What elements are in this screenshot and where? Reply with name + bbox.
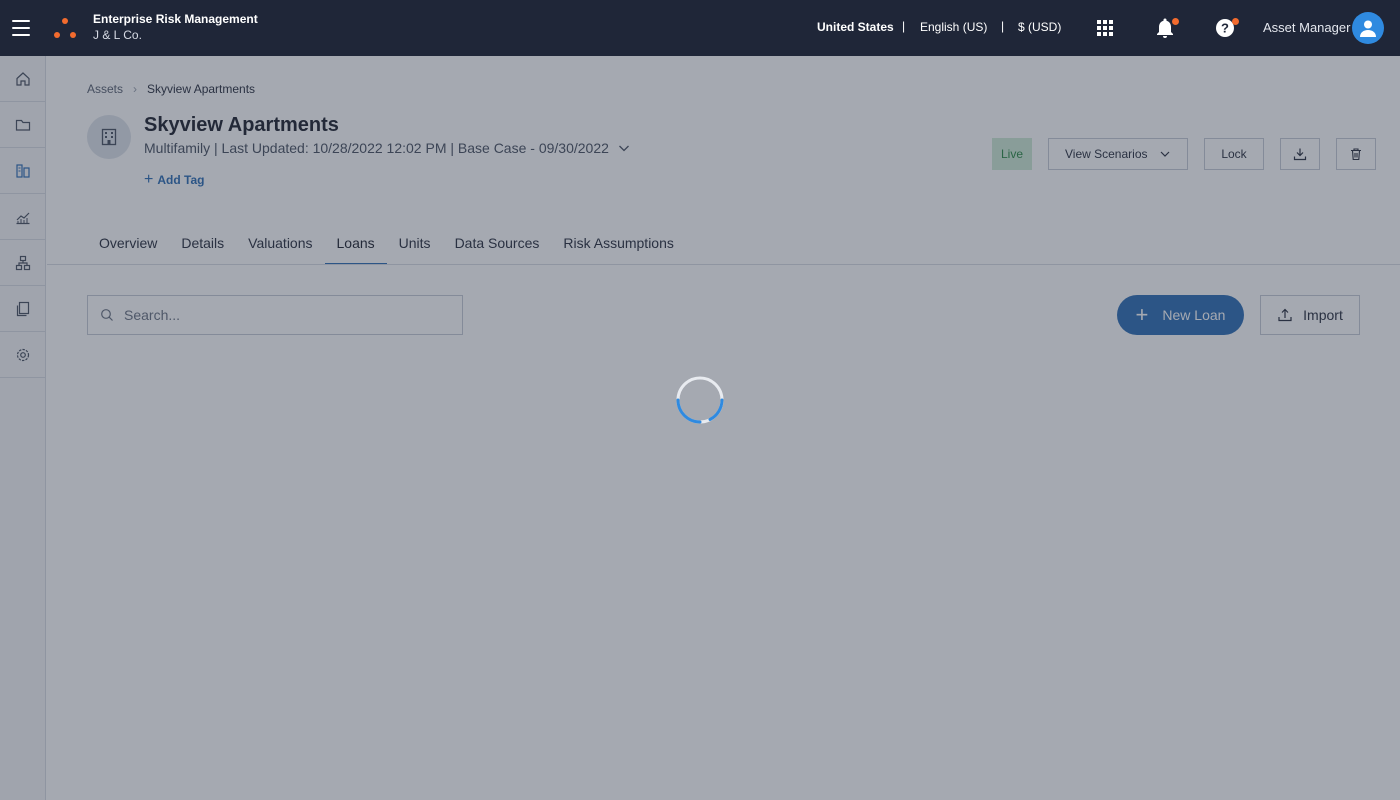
currency-selector[interactable]: $ (USD) bbox=[1018, 20, 1061, 34]
help-badge bbox=[1232, 18, 1239, 25]
notifications-icon[interactable] bbox=[1153, 16, 1179, 40]
user-role: Asset Manager bbox=[1263, 20, 1351, 35]
company-logo bbox=[54, 18, 76, 38]
apps-grid-icon[interactable] bbox=[1093, 16, 1117, 40]
loading-overlay bbox=[0, 56, 1400, 800]
notification-badge bbox=[1172, 18, 1179, 25]
country-selector[interactable]: United States bbox=[817, 20, 894, 34]
top-navigation-bar: Enterprise Risk Management J & L Co. Uni… bbox=[0, 0, 1400, 56]
svg-text:?: ? bbox=[1221, 21, 1229, 36]
menu-icon[interactable] bbox=[12, 18, 30, 38]
separator: | bbox=[902, 19, 906, 33]
language-selector[interactable]: English (US) bbox=[920, 20, 987, 34]
loading-spinner-icon bbox=[676, 376, 724, 424]
app-name: Enterprise Risk Management bbox=[93, 12, 258, 26]
user-icon bbox=[1360, 20, 1376, 37]
org-name: J & L Co. bbox=[93, 28, 142, 42]
separator: | bbox=[1001, 19, 1005, 33]
help-icon[interactable]: ? bbox=[1213, 16, 1239, 40]
brand: Enterprise Risk Management J & L Co. bbox=[93, 11, 258, 43]
user-avatar[interactable] bbox=[1352, 12, 1384, 44]
